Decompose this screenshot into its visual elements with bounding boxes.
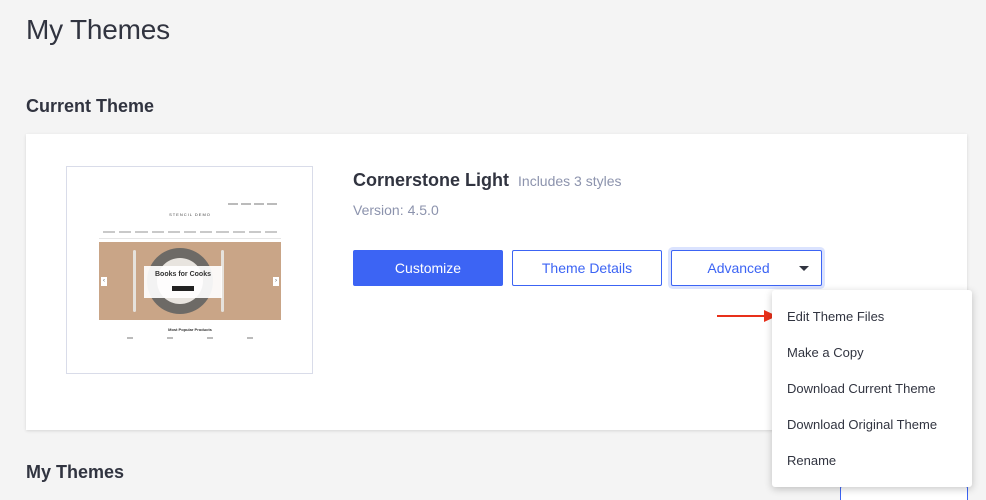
- preview-next-arrow-icon: ›: [273, 277, 279, 286]
- version-label: Version:: [353, 202, 404, 218]
- advanced-menu: Edit Theme Files Make a Copy Download Cu…: [772, 290, 972, 487]
- theme-details-button[interactable]: Theme Details: [512, 250, 662, 286]
- caret-down-icon: [799, 266, 809, 271]
- preview-hero-button: [172, 286, 194, 291]
- theme-preview-site: STENCIL DEMO Books for Cooks ‹ › Most Po…: [99, 201, 281, 341]
- menu-item-make-a-copy[interactable]: Make a Copy: [772, 334, 972, 370]
- preview-divider: [99, 238, 281, 239]
- menu-item-edit-theme-files[interactable]: Edit Theme Files: [772, 298, 972, 334]
- preview-fork: [133, 250, 136, 312]
- preview-hero: Books for Cooks ‹ ›: [99, 242, 281, 320]
- preview-prev-arrow-icon: ‹: [101, 277, 107, 286]
- advanced-dropdown-button[interactable]: Advanced: [671, 250, 822, 286]
- arrow-right-icon: [717, 310, 777, 322]
- my-themes-heading: My Themes: [26, 462, 125, 482]
- customize-button[interactable]: Customize: [353, 250, 503, 286]
- menu-item-download-current-theme[interactable]: Download Current Theme: [772, 370, 972, 406]
- preview-hero-banner: Books for Cooks: [144, 266, 222, 298]
- preview-products-heading: Most Popular Products: [168, 327, 212, 332]
- menu-item-rename[interactable]: Rename: [772, 442, 972, 478]
- my-themes-action-button[interactable]: [840, 486, 968, 500]
- menu-item-download-original-theme[interactable]: Download Original Theme: [772, 406, 972, 442]
- preview-store-name: STENCIL DEMO: [169, 212, 211, 217]
- advanced-button-label: Advanced: [707, 260, 770, 276]
- theme-styles-note: Includes 3 styles: [518, 173, 622, 189]
- preview-hero-title: Books for Cooks: [154, 271, 211, 278]
- preview-topbar: [228, 203, 277, 205]
- theme-name: Cornerstone Light Includes 3 styles: [353, 170, 622, 191]
- theme-thumbnail[interactable]: STENCIL DEMO Books for Cooks ‹ › Most Po…: [66, 166, 313, 374]
- current-theme-heading: Current Theme: [26, 96, 155, 116]
- page-title: My Themes: [26, 14, 170, 45]
- theme-version: Version: 4.5.0: [353, 202, 439, 218]
- page: My Themes Current Theme STENCIL DEMO Boo…: [0, 0, 986, 500]
- preview-product-row: [127, 337, 253, 339]
- theme-name-text: Cornerstone Light: [353, 170, 509, 190]
- preview-nav: [103, 231, 278, 233]
- version-value: 4.5.0: [407, 202, 439, 218]
